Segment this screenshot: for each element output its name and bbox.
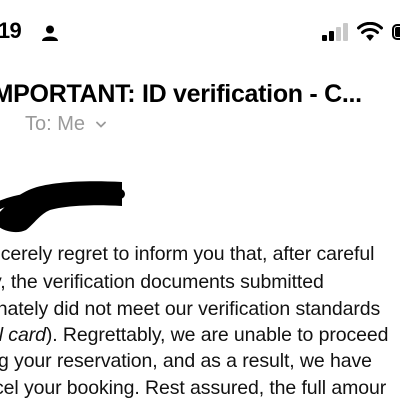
body-line-rest: ). Regrettably, we are unable to proceed (45, 324, 389, 346)
body-line: ing your reservation, and as a result, w… (0, 350, 372, 372)
chevron-down-icon[interactable] (96, 121, 106, 129)
body-line: al card). Regrettably, we are unable to … (0, 324, 388, 347)
signal-icon (322, 23, 348, 41)
italic-fragment: al card (0, 324, 46, 346)
email-subject: IMPORTANT: ID verification - C... (0, 80, 362, 108)
battery-icon (392, 24, 400, 40)
status-time: :19 (0, 18, 22, 43)
body-line: ncerely regret to inform you that, after… (0, 243, 375, 265)
body-line: unately did not meet our verification st… (0, 298, 381, 320)
redaction-scribble (0, 181, 125, 233)
body-line: cel your booking. Rest assured, the full… (0, 377, 387, 399)
person-icon (42, 25, 58, 41)
body-line: y, the verification documents submitted (0, 271, 324, 293)
wifi-icon (357, 22, 383, 41)
recipient-label[interactable]: To: Me (25, 113, 85, 136)
